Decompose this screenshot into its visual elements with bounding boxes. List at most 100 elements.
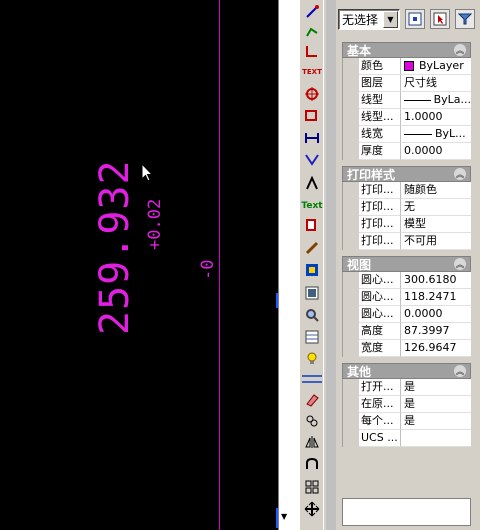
property-value[interactable]: 87.3997 (401, 323, 471, 340)
property-row[interactable]: 线宽 ByL... (342, 126, 471, 143)
quick-select-button[interactable] (405, 9, 425, 29)
property-row[interactable]: UCS ... (342, 430, 471, 447)
dim-aligned-icon[interactable] (302, 149, 322, 169)
property-value[interactable]: 无 (401, 199, 471, 216)
center-mark-icon[interactable] (302, 84, 322, 104)
section-header[interactable]: 其他 ︽ (342, 363, 471, 379)
property-row[interactable]: 图层 尺寸线 (342, 75, 471, 92)
selection-dropdown[interactable]: 无选择 ▼ (338, 8, 400, 30)
property-value[interactable]: 是 (401, 413, 471, 430)
property-value[interactable]: ByLa... (401, 92, 471, 109)
property-key: 线型... (359, 109, 401, 126)
lightbulb-icon[interactable] (302, 348, 322, 368)
property-value[interactable]: 随颜色 (401, 182, 471, 199)
property-row[interactable]: 圆心... 300.6180 (342, 272, 471, 289)
property-value-text: 是 (404, 380, 415, 393)
property-row[interactable]: 圆心... 0.0000 (342, 306, 471, 323)
row-gutter (343, 272, 359, 289)
property-value[interactable]: 模型 (401, 216, 471, 233)
property-value[interactable]: 126.9647 (401, 340, 471, 357)
section-header[interactable]: 基本 ︽ (342, 42, 471, 58)
property-key: 厚度 (359, 143, 401, 160)
property-value[interactable]: 是 (401, 396, 471, 413)
property-value-text: 0.0000 (404, 307, 443, 320)
property-row[interactable]: 在原... 是 (342, 396, 471, 413)
property-value[interactable]: 不可用 (401, 233, 471, 250)
section-header[interactable]: 打印样式 ︽ (342, 166, 471, 182)
array-icon[interactable] (302, 477, 322, 497)
canvas-scrollbar[interactable]: ▼ (278, 0, 293, 530)
row-gutter (343, 413, 359, 430)
scroll-down-icon[interactable]: ▼ (281, 512, 287, 521)
copy-object-icon[interactable] (302, 411, 322, 431)
property-row[interactable]: 打印... 随颜色 (342, 182, 471, 199)
property-row[interactable]: 每个... 是 (342, 413, 471, 430)
image-icon[interactable] (302, 283, 322, 303)
move-point-icon[interactable] (302, 173, 322, 193)
section-title: 打印样式 (347, 167, 396, 182)
property-key: 圆心... (359, 289, 401, 306)
text-style-icon[interactable]: TEXT (302, 62, 322, 82)
collapse-icon[interactable]: ︽ (454, 168, 466, 180)
property-value-text: 300.6180 (404, 273, 457, 286)
property-row[interactable]: 宽度 126.9647 (342, 340, 471, 357)
collapse-icon[interactable]: ︽ (454, 44, 466, 56)
property-value[interactable]: 0.0000 (401, 306, 471, 323)
property-row[interactable]: 线型... 1.0000 (342, 109, 471, 126)
property-row[interactable]: 打印... 无 (342, 199, 471, 216)
collapse-icon[interactable]: ︽ (454, 365, 466, 377)
property-value[interactable]: 0.0000 (401, 143, 471, 160)
filter-button[interactable] (455, 9, 475, 29)
dim-linear-icon[interactable] (302, 128, 322, 148)
property-row[interactable]: 打印... 模型 (342, 216, 471, 233)
mouse-cursor-icon (141, 162, 154, 186)
property-value[interactable]: 118.2471 (401, 289, 471, 306)
arc-dim-icon[interactable] (302, 41, 322, 61)
property-row[interactable]: 打开... 是 (342, 379, 471, 396)
search-icon[interactable] (302, 305, 322, 325)
chevron-down-icon[interactable]: ▼ (383, 10, 398, 28)
property-value[interactable]: ByL... (401, 126, 471, 143)
row-gutter (343, 92, 359, 109)
property-value[interactable]: 300.6180 (401, 272, 471, 289)
property-value[interactable]: ByLayer (401, 58, 471, 75)
drawing-canvas[interactable]: 259.932 +0.02 -0 (0, 0, 278, 530)
modify-toolbar: TEXT Text (299, 0, 323, 530)
row-gutter (343, 340, 359, 357)
property-value[interactable]: 尺寸线 (401, 75, 471, 92)
eraser-icon[interactable] (302, 390, 322, 410)
property-key: 圆心... (359, 272, 401, 289)
rectangle-icon[interactable] (302, 106, 322, 126)
line-icon[interactable] (302, 2, 322, 22)
collapse-icon[interactable]: ︽ (454, 258, 466, 270)
property-key: 打印... (359, 216, 401, 233)
property-section: 视图 ︽ 圆心... 300.6180 圆心... 118.2471 圆心... 0.0000… (342, 256, 471, 357)
property-key: 在原... (359, 396, 401, 413)
pick-objects-button[interactable] (430, 9, 450, 29)
property-row[interactable]: 打印... 不可用 (342, 233, 471, 250)
table-icon[interactable] (302, 327, 322, 347)
block-icon[interactable] (302, 260, 322, 280)
row-gutter (343, 323, 359, 340)
property-row[interactable]: 线型 ByLa... (342, 92, 471, 109)
property-value[interactable]: 1.0000 (401, 109, 471, 126)
row-gutter (343, 289, 359, 306)
edit-icon[interactable] (302, 238, 322, 258)
property-row[interactable]: 圆心... 118.2471 (342, 289, 471, 306)
move-icon[interactable] (302, 499, 322, 519)
property-key: 高度 (359, 323, 401, 340)
text-icon[interactable]: Text (301, 196, 322, 216)
polyline-icon[interactable] (302, 21, 322, 41)
mirror-icon[interactable] (302, 432, 322, 452)
upper-tolerance: +0.02 (145, 198, 165, 250)
property-row[interactable]: 颜色 ByLayer (342, 58, 471, 75)
property-value[interactable]: 是 (401, 379, 471, 396)
property-value[interactable] (401, 430, 471, 447)
property-key: 打印... (359, 182, 401, 199)
section-header[interactable]: 视图 ︽ (342, 256, 471, 272)
copy-icon[interactable] (302, 216, 322, 236)
property-row[interactable]: 厚度 0.0000 (342, 143, 471, 160)
property-row[interactable]: 高度 87.3997 (342, 323, 471, 340)
offset-icon[interactable] (302, 454, 322, 474)
row-gutter (343, 75, 359, 92)
